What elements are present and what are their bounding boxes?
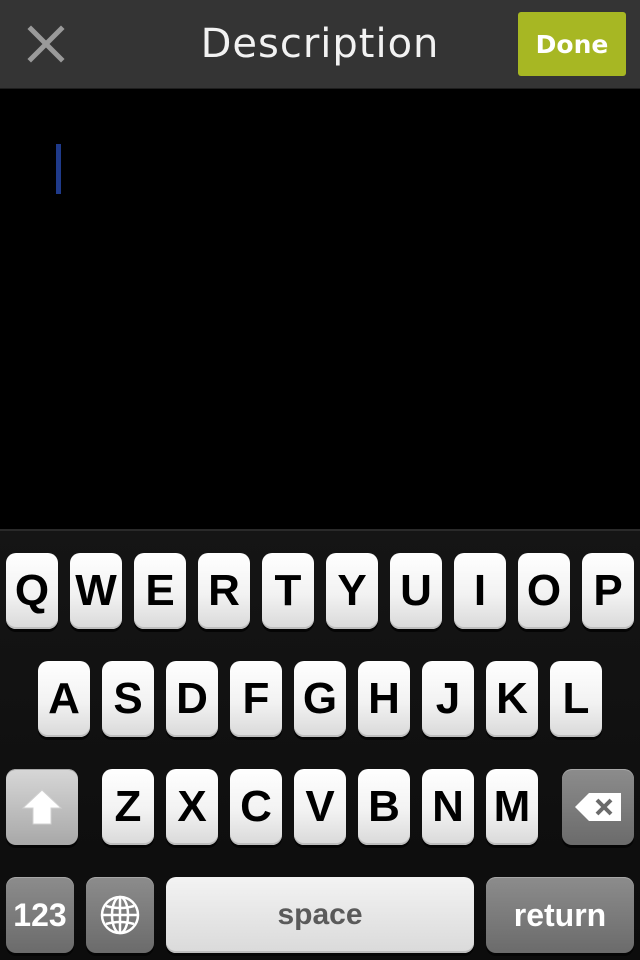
key-k[interactable]: K <box>486 661 538 737</box>
key-w[interactable]: W <box>70 553 122 629</box>
shift-arrow-icon <box>21 789 63 825</box>
key-p[interactable]: P <box>582 553 634 629</box>
key-s[interactable]: S <box>102 661 154 737</box>
on-screen-keyboard: Q W E R T Y U I O P A S D F G H J K L Z … <box>0 529 640 960</box>
key-r[interactable]: R <box>198 553 250 629</box>
shift-key[interactable] <box>6 769 78 845</box>
description-editor-screen: Description Done Q W E R T Y U I O P A S… <box>0 0 640 960</box>
key-g[interactable]: G <box>294 661 346 737</box>
key-v[interactable]: V <box>294 769 346 845</box>
space-key[interactable]: space <box>166 877 474 953</box>
globe-icon <box>100 895 140 935</box>
backspace-key[interactable] <box>562 769 634 845</box>
key-e[interactable]: E <box>134 553 186 629</box>
header-bar: Description Done <box>0 0 640 89</box>
key-t[interactable]: T <box>262 553 314 629</box>
key-c[interactable]: C <box>230 769 282 845</box>
backspace-icon <box>575 793 621 821</box>
key-z[interactable]: Z <box>102 769 154 845</box>
key-h[interactable]: H <box>358 661 410 737</box>
key-b[interactable]: B <box>358 769 410 845</box>
description-text-area[interactable] <box>0 89 640 529</box>
numbers-key[interactable]: 123 <box>6 877 74 953</box>
key-u[interactable]: U <box>390 553 442 629</box>
globe-key[interactable] <box>86 877 154 953</box>
key-m[interactable]: M <box>486 769 538 845</box>
key-q[interactable]: Q <box>6 553 58 629</box>
return-key[interactable]: return <box>486 877 634 953</box>
key-i[interactable]: I <box>454 553 506 629</box>
key-j[interactable]: J <box>422 661 474 737</box>
text-caret <box>56 144 61 194</box>
done-button[interactable]: Done <box>518 12 626 76</box>
key-o[interactable]: O <box>518 553 570 629</box>
key-x[interactable]: X <box>166 769 218 845</box>
key-n[interactable]: N <box>422 769 474 845</box>
key-l[interactable]: L <box>550 661 602 737</box>
key-f[interactable]: F <box>230 661 282 737</box>
key-d[interactable]: D <box>166 661 218 737</box>
key-y[interactable]: Y <box>326 553 378 629</box>
key-a[interactable]: A <box>38 661 90 737</box>
